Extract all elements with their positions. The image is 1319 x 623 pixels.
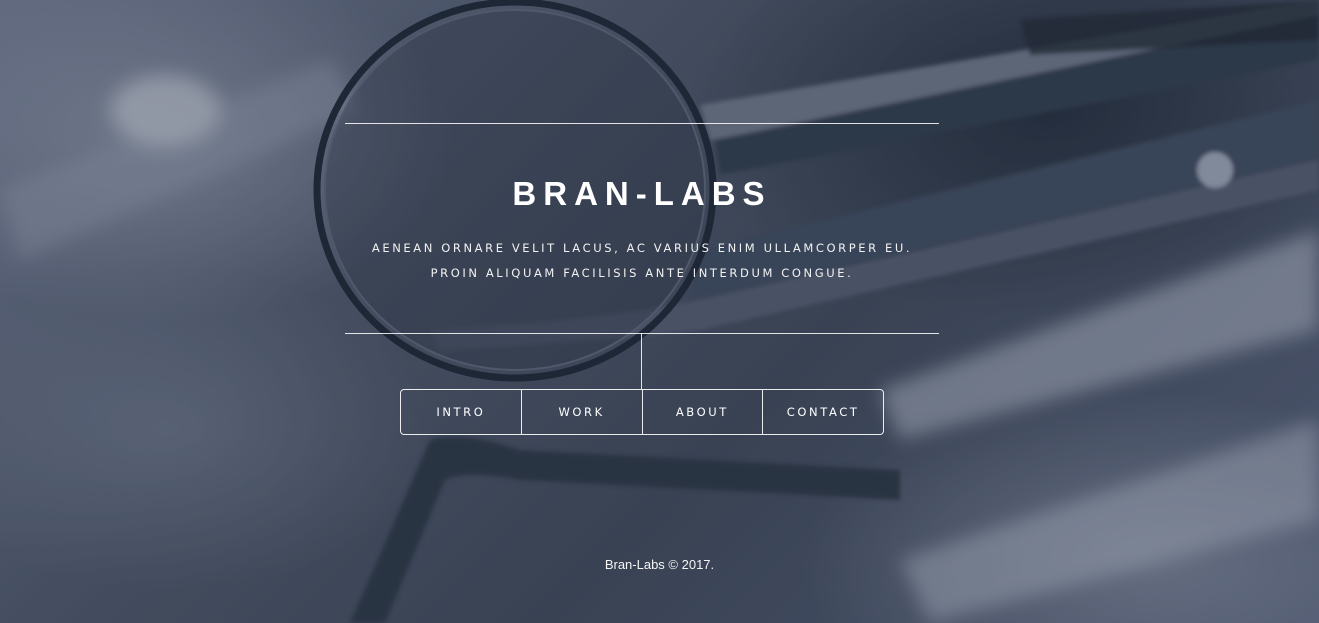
nav-item-intro[interactable]: INTRO	[401, 390, 522, 434]
site-footer: Bran-Labs © 2017.	[0, 557, 1319, 572]
nav-item-contact[interactable]: CONTACT	[763, 390, 883, 434]
tagline-line-2: PROIN ALIQUAM FACILISIS ANTE INTERDUM CO…	[430, 266, 854, 280]
nav-item-about[interactable]: ABOUT	[643, 390, 764, 434]
nav-connector-line	[641, 333, 642, 389]
site-title: BRAN-LABS	[512, 175, 772, 212]
main-nav: INTRO WORK ABOUT CONTACT	[400, 389, 884, 435]
copyright-text: Bran-Labs © 2017.	[604, 557, 715, 572]
site-header: BRAN-LABS AENEAN ORNARE VELIT LACUS, AC …	[345, 123, 939, 334]
nav-item-work[interactable]: WORK	[522, 390, 643, 434]
site-tagline: AENEAN ORNARE VELIT LACUS, AC VARIUS ENI…	[325, 236, 959, 286]
tagline-line-1: AENEAN ORNARE VELIT LACUS, AC VARIUS ENI…	[371, 241, 913, 255]
